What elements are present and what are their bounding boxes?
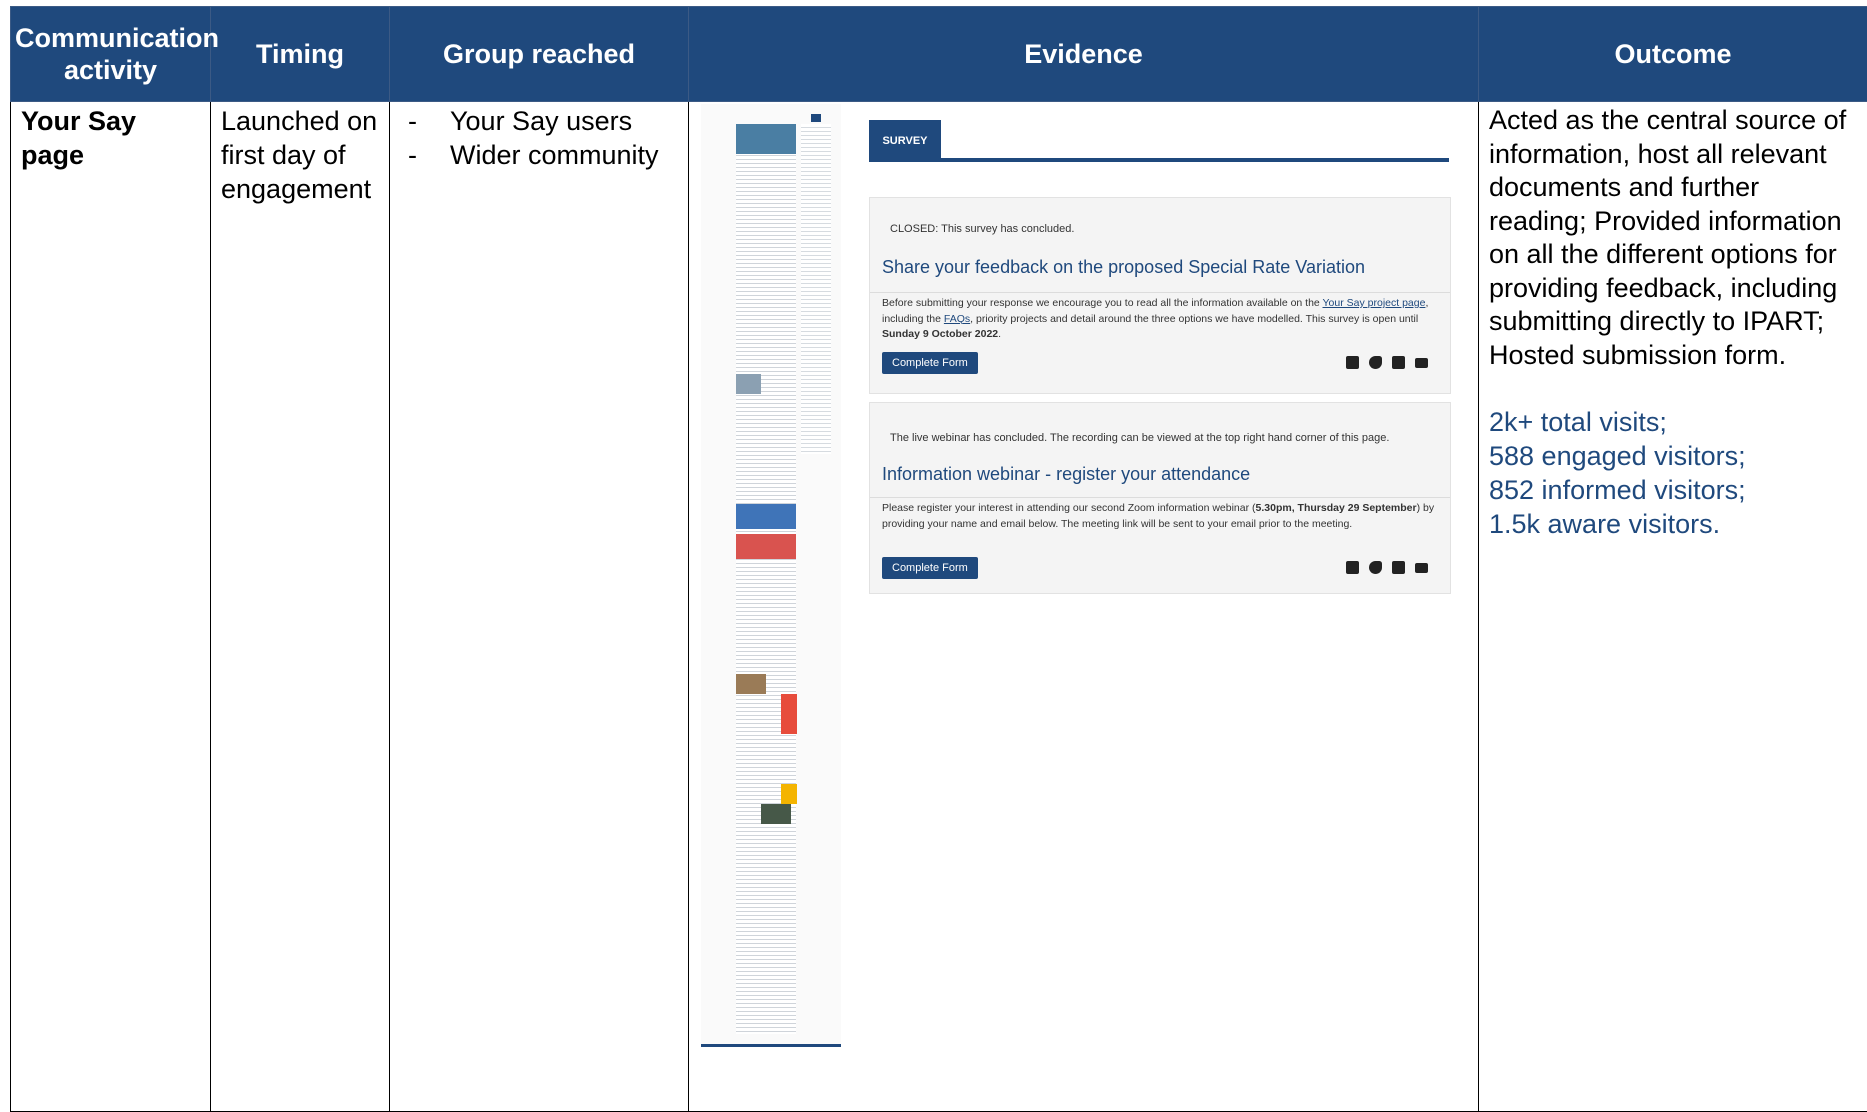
- page-thumbnail: [701, 104, 841, 1047]
- group-item: Your Say users: [400, 104, 678, 138]
- outcome-cell: Acted as the central source of informati…: [1478, 101, 1867, 1112]
- tab-survey[interactable]: SURVEY: [869, 120, 941, 162]
- stat-aware-visitors: 1.5k aware visitors.: [1489, 509, 1721, 539]
- twitter-icon[interactable]: [1369, 356, 1382, 369]
- webinar-card: The live webinar has concluded. The reco…: [869, 402, 1451, 594]
- linkedin-icon[interactable]: [1392, 561, 1405, 574]
- communication-activity-table: Communication activity Timing Group reac…: [10, 6, 1867, 1112]
- header-timing: Timing: [210, 6, 390, 102]
- group-list: Your Say users Wider community: [400, 104, 678, 172]
- stat-total-visits: 2k+ total visits;: [1489, 407, 1667, 437]
- facebook-icon[interactable]: [1346, 561, 1359, 574]
- faqs-link[interactable]: FAQs: [944, 313, 970, 325]
- header-evidence: Evidence: [688, 6, 1479, 102]
- complete-form-button[interactable]: Complete Form: [882, 352, 978, 374]
- outcome-text: Acted as the central source of informati…: [1489, 105, 1847, 370]
- stat-engaged-visitors: 588 engaged visitors;: [1489, 441, 1746, 471]
- complete-form-button[interactable]: Complete Form: [882, 557, 978, 579]
- twitter-icon[interactable]: [1369, 561, 1382, 574]
- survey-title[interactable]: Share your feedback on the proposed Spec…: [882, 256, 1365, 278]
- webinar-description: Please register your interest in attendi…: [882, 502, 1435, 530]
- webinar-title[interactable]: Information webinar - register your atte…: [882, 463, 1250, 485]
- header-outcome: Outcome: [1478, 6, 1867, 102]
- webinar-status-note: The live webinar has concluded. The reco…: [890, 432, 1390, 444]
- group-item: Wider community: [400, 138, 678, 172]
- header-group-reached: Group reached: [389, 6, 689, 102]
- evidence-screenshot: SURVEY CLOSED: This survey has concluded…: [689, 102, 1479, 1102]
- visit-stats: 2k+ total visits; 588 engaged visitors; …: [1489, 405, 1857, 541]
- survey-description: Before submitting your response we encou…: [882, 297, 1429, 340]
- group-cell: Your Say users Wider community: [389, 101, 689, 1112]
- tab-underline: [869, 158, 1449, 162]
- survey-status-note: CLOSED: This survey has concluded.: [890, 223, 1075, 235]
- header-row: Communication activity Timing Group reac…: [10, 6, 1867, 102]
- email-icon[interactable]: [1415, 563, 1428, 573]
- evidence-cell: SURVEY CLOSED: This survey has concluded…: [688, 101, 1479, 1112]
- facebook-icon[interactable]: [1346, 356, 1359, 369]
- your-say-link[interactable]: Your Say project page: [1323, 297, 1426, 309]
- activity-cell: Your Say page: [10, 101, 211, 1112]
- share-icons: [1346, 356, 1428, 370]
- linkedin-icon[interactable]: [1392, 356, 1405, 369]
- table-row: Your Say page Launched on first day of e…: [10, 101, 1867, 1112]
- survey-card: CLOSED: This survey has concluded. Share…: [869, 197, 1451, 394]
- share-icons: [1346, 561, 1428, 575]
- timing-cell: Launched on first day of engagement: [210, 101, 390, 1112]
- header-activity: Communication activity: [10, 6, 219, 102]
- stat-informed-visitors: 852 informed visitors;: [1489, 475, 1746, 505]
- email-icon[interactable]: [1415, 358, 1428, 368]
